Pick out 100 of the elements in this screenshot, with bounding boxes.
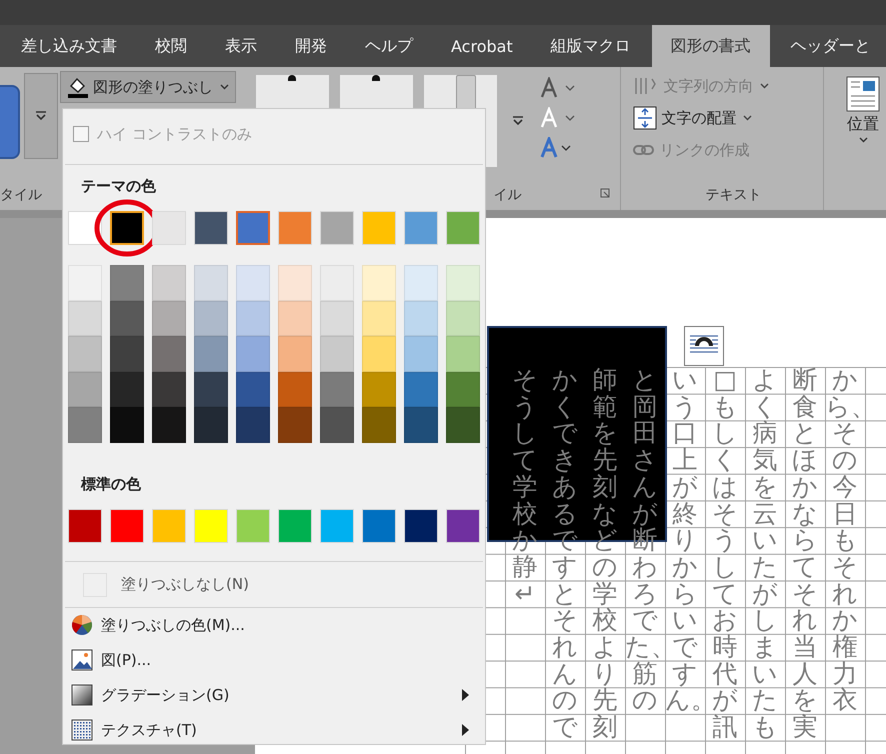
link-icon <box>633 143 656 157</box>
color-swatch[interactable] <box>362 300 396 336</box>
more-button[interactable] <box>24 73 58 159</box>
vertical-text-line: から、その今日もそれか権力衣 <box>825 367 865 716</box>
ribbon-tab[interactable]: 組版マクロ <box>532 25 650 67</box>
color-swatch[interactable] <box>446 300 480 336</box>
submenu-arrow-icon <box>462 724 469 736</box>
texture-icon <box>71 719 93 742</box>
color-swatch[interactable] <box>110 336 144 372</box>
color-swatch[interactable] <box>446 336 480 372</box>
color-swatch[interactable] <box>320 265 354 301</box>
color-swatch[interactable] <box>194 372 228 408</box>
color-swatch[interactable] <box>362 407 396 443</box>
text-fill-icon[interactable] <box>540 77 576 99</box>
color-swatch[interactable] <box>194 407 228 443</box>
position-button[interactable]: 位置 <box>840 75 886 144</box>
vertical-text-line: と岡田さんが断わろでた、筋の <box>625 367 665 716</box>
vertical-text-line: 断食とほかならてそれ当人を実 <box>791 367 819 744</box>
color-swatch[interactable] <box>236 372 270 408</box>
color-swatch[interactable] <box>404 407 438 443</box>
submenu-arrow-icon <box>462 689 469 702</box>
color-swatch[interactable] <box>404 300 438 336</box>
color-swatch[interactable] <box>320 372 354 408</box>
caret-icon <box>35 111 47 121</box>
ribbon-tab[interactable]: 図形の書式 <box>652 25 770 67</box>
shape-fill-button[interactable]: 図形の塗りつぶし <box>60 71 236 103</box>
color-swatch[interactable] <box>446 407 480 443</box>
color-swatch[interactable] <box>152 407 186 443</box>
text-outline-icon[interactable] <box>540 107 576 129</box>
ribbon-tab[interactable]: 表示 <box>206 25 276 67</box>
color-swatch[interactable] <box>194 300 228 336</box>
color-swatch[interactable] <box>68 265 102 301</box>
menu-item-label: 塗りつぶしなし(N) <box>121 575 249 594</box>
color-swatch[interactable] <box>110 372 144 408</box>
ribbon-tab[interactable]: 開発 <box>276 25 346 67</box>
vertical-text-line: よく病気を云いたがしまいたも <box>751 367 779 744</box>
color-swatch[interactable] <box>68 372 102 408</box>
color-swatch[interactable] <box>404 372 438 408</box>
menu-item[interactable]: 塗りつぶしの色(M)... <box>63 608 485 643</box>
color-swatch[interactable] <box>446 265 480 301</box>
color-swatch[interactable] <box>236 407 270 443</box>
color-swatch[interactable] <box>446 372 480 408</box>
picture-icon <box>71 649 93 672</box>
color-swatch[interactable] <box>152 336 186 372</box>
color-swatch[interactable] <box>110 211 144 245</box>
color-swatch[interactable] <box>68 407 102 443</box>
color-swatch[interactable] <box>362 336 396 372</box>
color-swatch[interactable] <box>68 336 102 372</box>
color-swatch[interactable] <box>236 211 270 245</box>
color-swatch[interactable] <box>110 265 144 301</box>
color-swatch[interactable] <box>110 407 144 443</box>
vertical-text-line: 師範を先刻などの学校より先刻 <box>591 367 619 744</box>
color-swatch[interactable] <box>194 336 228 372</box>
caret-icon <box>760 83 770 89</box>
color-swatch[interactable] <box>404 265 438 301</box>
ribbon-tab[interactable]: ヘッダーと <box>772 25 886 67</box>
group-label: イル <box>494 186 522 204</box>
color-swatch[interactable] <box>278 407 312 443</box>
color-swatch[interactable] <box>194 265 228 301</box>
ribbon-button[interactable]: 文字の配置 <box>633 105 823 131</box>
menu-item[interactable]: 図(P)... <box>63 642 485 678</box>
color-swatch[interactable] <box>278 300 312 336</box>
align-text-icon <box>633 106 658 130</box>
color-swatch[interactable] <box>362 372 396 408</box>
menu-item[interactable]: グラデーション(G) <box>63 678 485 713</box>
color-swatch[interactable] <box>236 336 270 372</box>
menu-item[interactable]: テクスチャ(T) <box>63 712 485 748</box>
section-heading: テーマの色 <box>80 176 157 197</box>
color-swatch[interactable] <box>152 372 186 408</box>
color-swatch[interactable] <box>68 300 102 336</box>
color-swatch[interactable] <box>152 265 186 301</box>
ribbon-tab[interactable]: 校閲 <box>136 25 206 67</box>
vertical-text-line: いう口上が終りからいですん。 <box>665 367 705 714</box>
color-swatch[interactable] <box>278 265 312 301</box>
color-swatch[interactable] <box>152 300 186 336</box>
color-swatch[interactable] <box>362 265 396 301</box>
shape-thumbnail[interactable] <box>0 85 20 159</box>
color-swatch[interactable] <box>236 265 270 301</box>
ribbon-tab[interactable]: ヘルプ <box>346 25 432 67</box>
color-swatch[interactable] <box>404 336 438 372</box>
layout-options-icon[interactable] <box>684 326 724 366</box>
vertical-text-line: かくできあるですとそれんので <box>551 367 579 744</box>
color-swatch[interactable] <box>320 300 354 336</box>
color-swatch[interactable] <box>236 300 270 336</box>
paint-bucket-icon <box>67 76 89 98</box>
color-swatch[interactable] <box>320 336 354 372</box>
no-fill-item[interactable]: 塗りつぶしなし(N) <box>63 566 485 604</box>
group-label: テキスト <box>705 186 762 204</box>
caret-icon <box>743 115 752 121</box>
section-heading: 標準の色 <box>80 474 142 495</box>
color-swatch[interactable] <box>320 407 354 443</box>
ribbon-tab[interactable]: 差し込み文書 <box>2 25 136 67</box>
gradient-icon <box>71 684 93 706</box>
ribbon-tab[interactable]: Acrobat <box>432 25 532 67</box>
color-swatch[interactable] <box>278 336 312 372</box>
dialog-launcher-icon[interactable] <box>600 188 610 198</box>
group-label: タイル <box>0 186 43 204</box>
caret-icon <box>858 137 868 143</box>
color-swatch[interactable] <box>278 372 312 408</box>
color-swatch[interactable] <box>110 300 144 336</box>
